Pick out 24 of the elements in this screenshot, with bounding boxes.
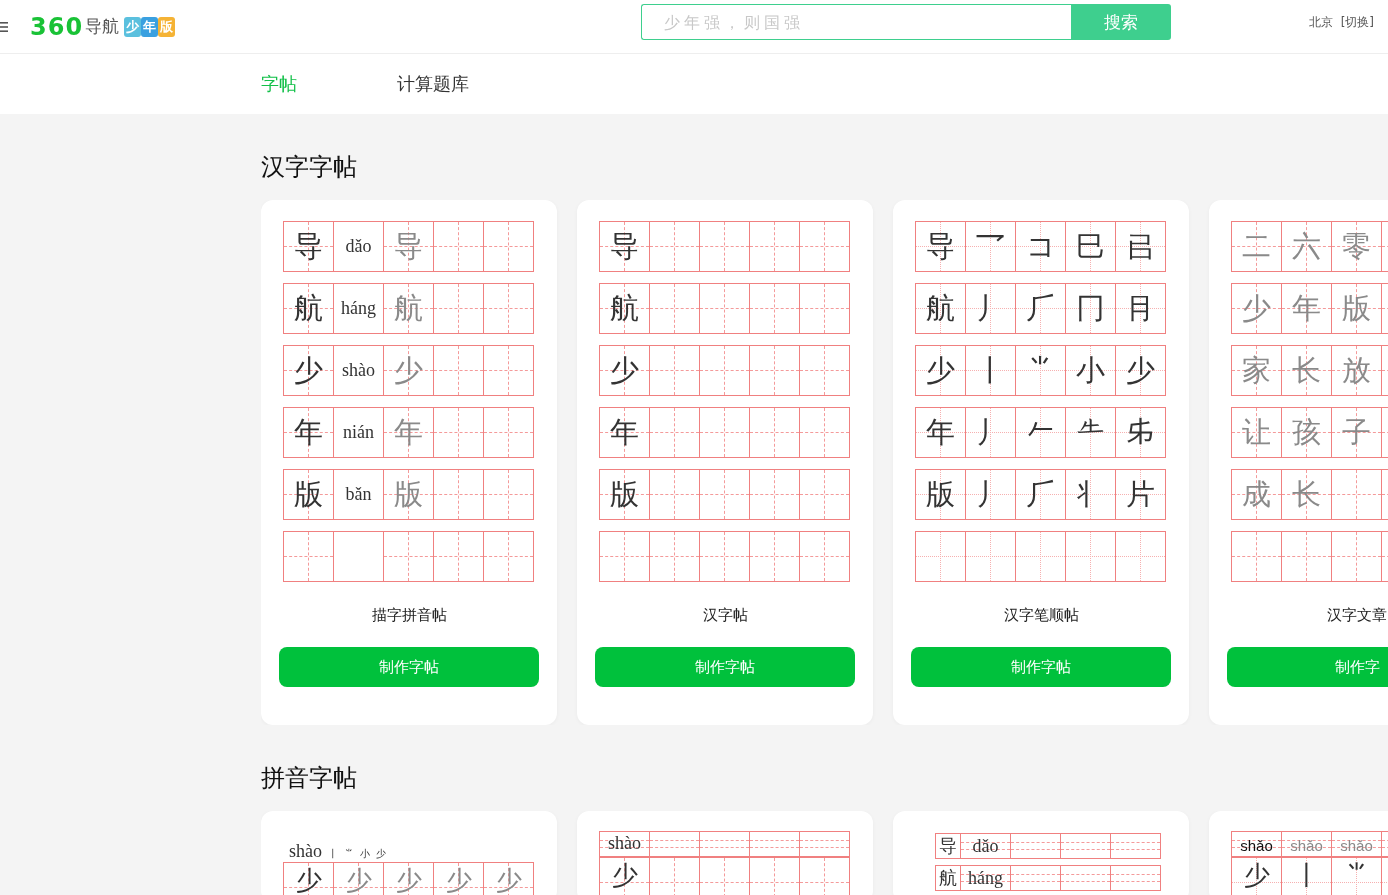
card-title: 描字拼音帖	[370, 606, 448, 625]
card-title: 汉字笔顺帖	[1002, 606, 1080, 625]
logo-name[interactable]: 导航	[85, 15, 120, 38]
worksheet-card[interactable]: shào 少	[577, 811, 873, 895]
logo-badge-letter: 年	[141, 16, 159, 37]
worksheet-card[interactable]: 导 乛 コ 巳 㠯 航 丿 ⺁ 冂 ⺝ 少 丨 ⺌ 小 少 年 丿 𠂉 𠂒 𠂔 版 丿 ⺁ ⺦ 片 汉字笔顺帖 制作字帖	[893, 200, 1189, 725]
stroke-step: ⺌	[344, 847, 354, 861]
pinyin-text: shào	[289, 841, 322, 862]
nav-tab[interactable]: 计算题库	[397, 72, 469, 96]
switch-city-link[interactable]: [切换]	[1340, 14, 1374, 31]
stroke-step: 少	[376, 847, 386, 861]
worksheet-card[interactable]: 导 航 少 年 版 汉字帖 制作字帖	[577, 200, 873, 725]
logo-badge-letter: 版	[158, 16, 176, 37]
card-title: 汉字帖	[701, 606, 749, 625]
section-title: 拼音字帖	[261, 763, 358, 793]
stroke-step: 小	[360, 847, 370, 861]
stroke-step: 丨	[328, 847, 338, 861]
menu-icon[interactable]	[0, 20, 8, 33]
city-name: 北京	[1308, 14, 1333, 31]
logo-badge-letter: 少	[124, 16, 142, 37]
worksheet-card[interactable]: 导 dǎo 航 háng	[893, 811, 1189, 895]
section-title: 汉字字帖	[261, 152, 358, 182]
worksheet-card[interactable]: 导 dǎo 导 航 háng 航 少 shào 少 年 nián 年 版 bǎn 版 描字拼音帖 制作字帖	[261, 200, 557, 725]
card-title: 汉字文章	[1326, 606, 1388, 625]
